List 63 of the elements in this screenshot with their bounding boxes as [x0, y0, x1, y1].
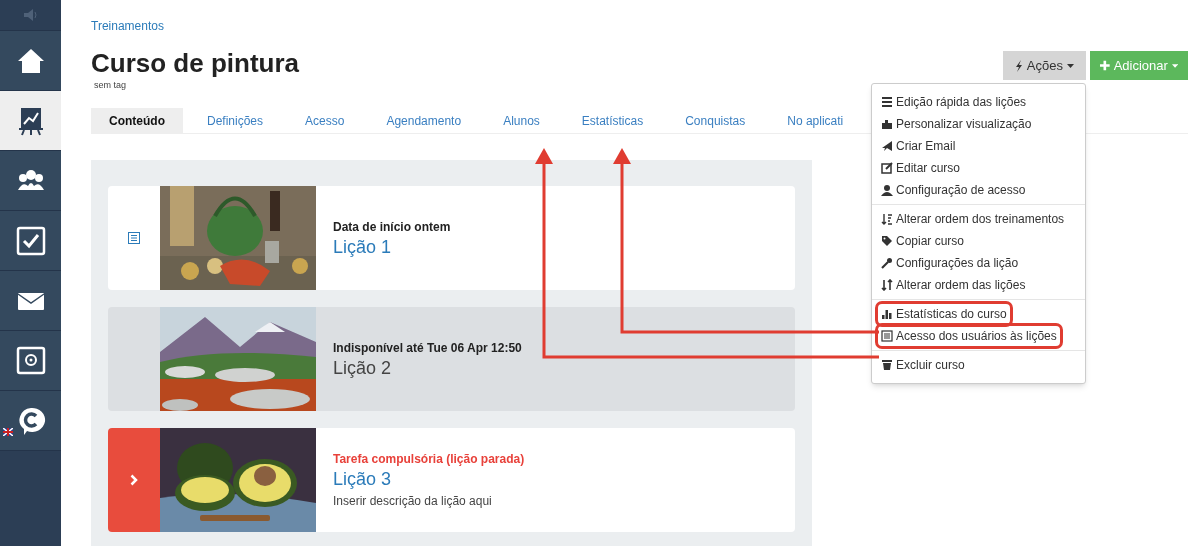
- checkbox-icon: [15, 225, 46, 256]
- sidebar-item[interactable]: [0, 211, 61, 271]
- menu-lines-icon: [881, 96, 893, 108]
- sidebar-item[interactable]: [0, 391, 61, 451]
- wrench-icon: [881, 257, 893, 269]
- tab[interactable]: Alunos: [485, 108, 558, 133]
- tag-label: sem tag: [94, 79, 127, 91]
- lesson-title[interactable]: Lição 2: [333, 357, 522, 379]
- list-icon: [881, 330, 893, 342]
- tab[interactable]: Agendamento: [368, 108, 480, 133]
- breadcrumb-link[interactable]: Treinamentos: [91, 17, 299, 35]
- menu-item[interactable]: Personalizar visualização: [878, 114, 1035, 134]
- lesson-status: Data de início ontem: [333, 219, 451, 236]
- plus-icon: [1100, 60, 1110, 71]
- page-title: Curso de pintura: [91, 47, 299, 79]
- lesson-card[interactable]: Indisponível até Tue 06 Apr 12:50 Lição 2: [108, 307, 795, 411]
- actions-button[interactable]: Ações: [1002, 51, 1086, 80]
- lesson-card[interactable]: Tarefa compulsória (lição parada) Lição 3 Inserir descrição da lição aqui: [108, 428, 795, 532]
- puzzle-icon: [881, 118, 893, 130]
- tags-icon: [881, 235, 893, 247]
- menu-item[interactable]: Acesso dos usuários às lições: [878, 326, 1060, 346]
- menu-item[interactable]: Edição rápida das lições: [878, 92, 1030, 112]
- lightning-icon: [1014, 59, 1023, 72]
- chevron-right-icon: [130, 474, 138, 486]
- tab[interactable]: No aplicati: [769, 108, 862, 133]
- edit-icon: [881, 162, 893, 174]
- paper-plane-icon: [881, 140, 893, 152]
- lesson-title[interactable]: Lição 3: [333, 468, 525, 490]
- bar-chart-icon: [881, 308, 893, 320]
- menu-item[interactable]: Alterar ordem dos treinamentos: [878, 209, 1068, 229]
- menu-item[interactable]: Alterar ordem das lições: [878, 275, 1029, 295]
- menu-item[interactable]: Copiar curso: [878, 231, 968, 251]
- trash-icon: [881, 359, 893, 371]
- flag-icon: [3, 428, 13, 436]
- tab[interactable]: Definições: [189, 108, 282, 133]
- list-icon: [128, 232, 140, 244]
- tab[interactable]: Conquistas: [667, 108, 764, 133]
- sidebar-item[interactable]: [0, 91, 61, 151]
- tab[interactable]: Acesso: [287, 108, 363, 133]
- speaker-icon: [22, 9, 39, 21]
- sort-arrows-icon: [881, 279, 893, 291]
- menu-item[interactable]: Estatísticas do curso: [878, 304, 1010, 324]
- lesson-description: Inserir descrição da lição aqui: [333, 493, 493, 510]
- lesson-status: Tarefa compulsória (lição parada): [333, 451, 525, 468]
- menu-item[interactable]: Editar curso: [878, 158, 964, 178]
- lesson-card[interactable]: Data de início ontem Lição 1: [108, 186, 795, 290]
- menu-item[interactable]: Criar Email: [878, 136, 959, 156]
- sidebar-item[interactable]: [0, 151, 61, 211]
- lesson-status: Indisponível até Tue 06 Apr 12:50: [333, 340, 522, 357]
- menu-item[interactable]: Configurações da lição: [878, 253, 1022, 273]
- lesson-title[interactable]: Lição 1: [333, 236, 451, 258]
- sort-list-icon: [881, 213, 893, 225]
- tab[interactable]: Conteúdo: [91, 108, 183, 133]
- user-icon: [881, 184, 893, 196]
- sidebar-item[interactable]: [0, 331, 61, 391]
- sidebar-item[interactable]: [0, 31, 61, 91]
- caret-icon: [1171, 63, 1178, 68]
- caret-icon: [1067, 63, 1074, 68]
- menu-item[interactable]: Configuração de acesso: [878, 180, 1029, 200]
- menu-item[interactable]: Excluir curso: [878, 355, 968, 375]
- safe-icon: [15, 345, 46, 376]
- sidebar-item[interactable]: [0, 271, 61, 331]
- tab[interactable]: Estatísticas: [563, 108, 662, 133]
